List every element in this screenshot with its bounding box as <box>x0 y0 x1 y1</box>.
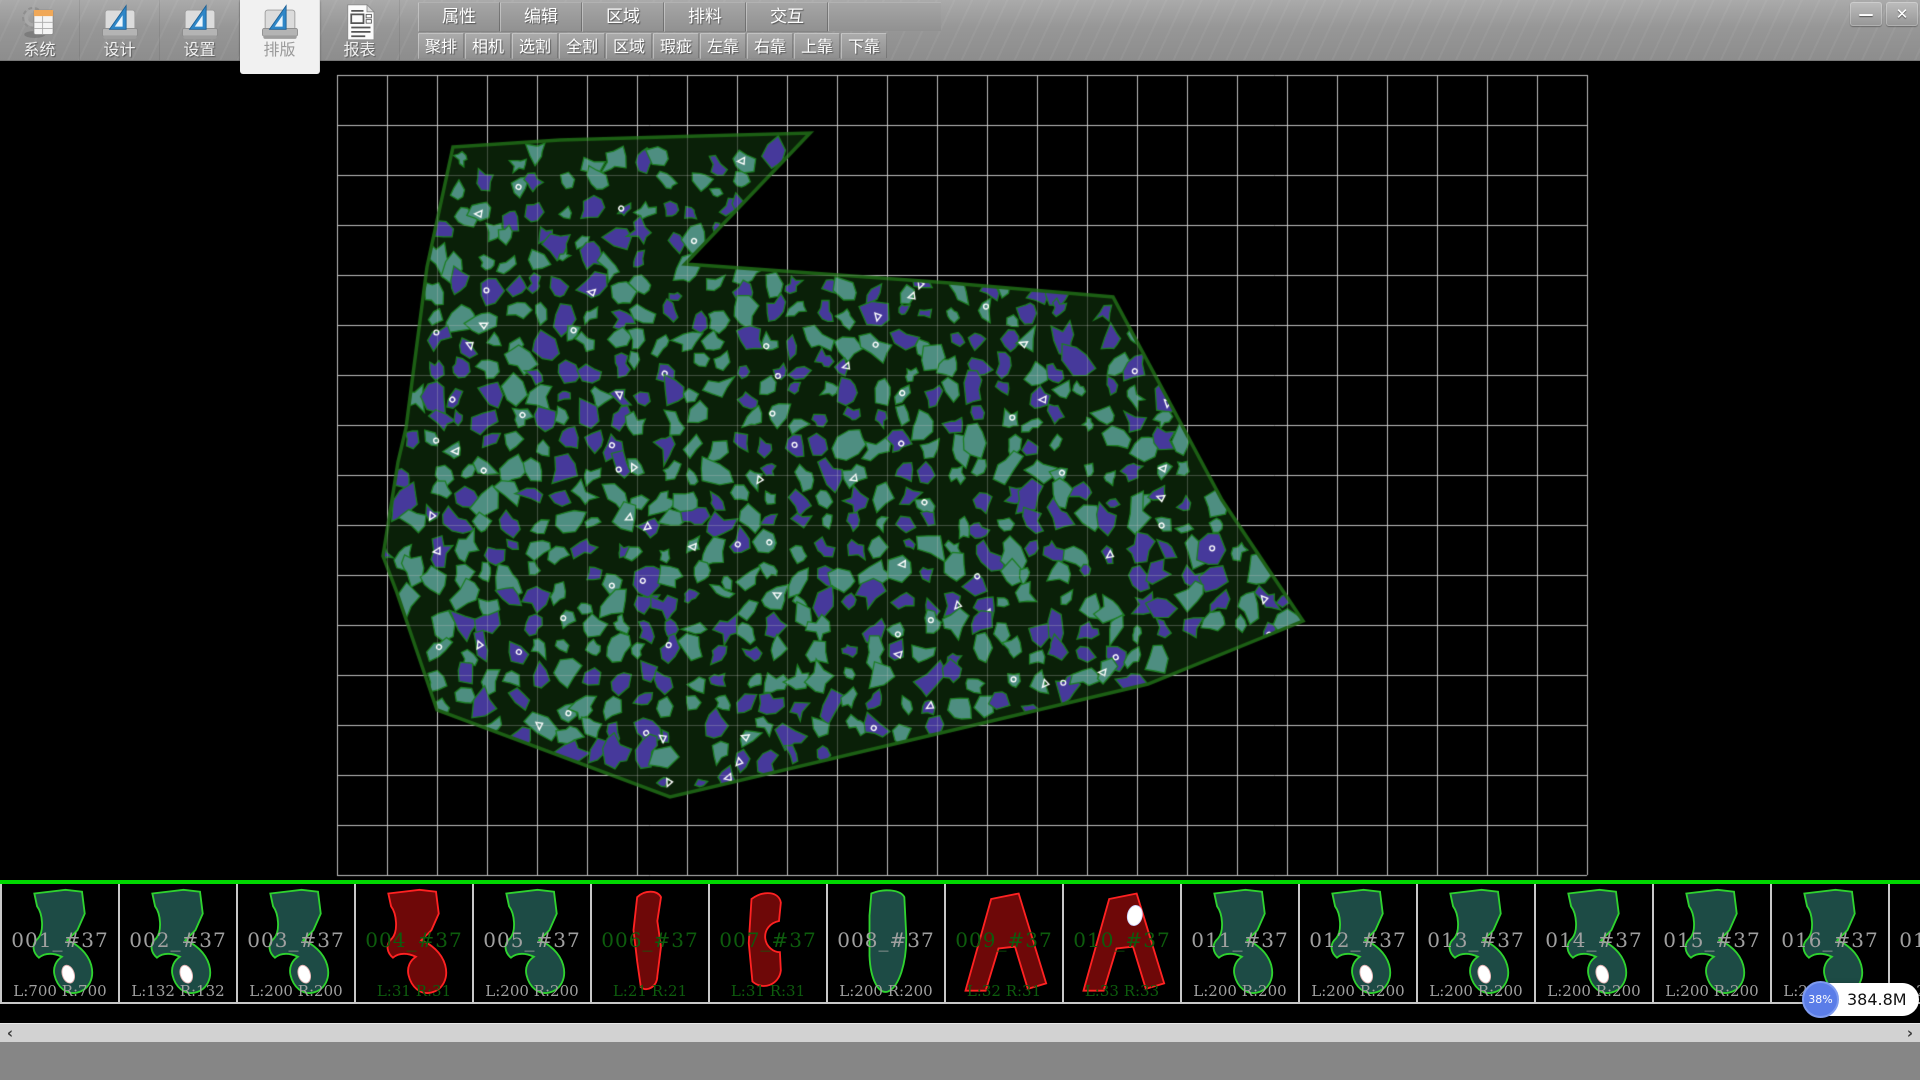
tool-button-4[interactable]: 全割 <box>559 33 605 59</box>
piece-thumbnail-007_#37[interactable]: 007_#37L:31 R:31 <box>710 884 828 1002</box>
piece-shape-preview <box>1784 888 1876 998</box>
piece-shape-preview <box>1076 888 1168 998</box>
piece-thumbnail-015_#37[interactable]: 015_#37L:200 R:200 <box>1654 884 1772 1002</box>
nesting-canvas[interactable] <box>0 60 1920 880</box>
menu-item-4[interactable]: 排料 <box>664 2 746 32</box>
memory-badge: 38% 384.8M <box>1804 983 1919 1016</box>
nav-button-label: 排版 <box>263 41 295 59</box>
tool-button-8[interactable]: 右靠 <box>747 33 793 59</box>
nav-icon-bar: 系统 设计 设置 排版 报表 <box>0 0 400 60</box>
tool-bar: 聚排相机选割全割区域瑕疵左靠右靠上靠下靠 <box>418 33 888 59</box>
ruler-icon <box>179 3 221 41</box>
nav-button-label: 报表 <box>343 41 375 59</box>
piece-shape-preview <box>1902 888 1920 998</box>
ruler-icon <box>99 3 141 41</box>
tool-button-2[interactable]: 相机 <box>465 33 511 59</box>
piece-thumbnail-008_#37[interactable]: 008_#37L:200 R:200 <box>828 884 946 1002</box>
piece-thumbnail-strip: 001_#37L:700 R:700002_#37L:132 R:132003_… <box>0 884 1920 1004</box>
status-bar <box>0 1041 1920 1080</box>
ruler-icon <box>259 3 301 41</box>
piece-shape-preview <box>250 888 342 998</box>
nav-button-1[interactable]: 系统 <box>0 0 80 60</box>
piece-shape-preview <box>132 888 224 998</box>
menu-bar: 属性编辑区域排料交互 <box>418 2 941 30</box>
menu-item-3[interactable]: 区域 <box>582 2 664 32</box>
close-button[interactable]: ✕ <box>1886 2 1918 26</box>
piece-thumbnail-006_#37[interactable]: 006_#37L:21 R:21 <box>592 884 710 1002</box>
tool-button-7[interactable]: 左靠 <box>700 33 746 59</box>
piece-thumbnail-009_#37[interactable]: 009_#37L:32 R:31 <box>946 884 1064 1002</box>
nav-button-2[interactable]: 设计 <box>80 0 160 60</box>
menu-item-2[interactable]: 编辑 <box>500 2 582 32</box>
window-controls: — ✕ <box>1850 2 1918 26</box>
memory-percent-circle: 38% <box>1802 981 1839 1018</box>
piece-thumbnail-014_#37[interactable]: 014_#37L:200 R:200 <box>1536 884 1654 1002</box>
tool-button-6[interactable]: 瑕疵 <box>653 33 699 59</box>
piece-shape-preview <box>14 888 106 998</box>
nav-button-label: 系统 <box>23 41 55 59</box>
scroll-right-arrow-icon[interactable]: › <box>1900 1024 1920 1042</box>
nav-button-4[interactable]: 排版 <box>240 0 320 74</box>
piece-shape-preview <box>958 888 1050 998</box>
tool-button-9[interactable]: 上靠 <box>794 33 840 59</box>
memory-value: 384.8M <box>1839 990 1919 1009</box>
piece-shape-preview <box>368 888 460 998</box>
gear-table-icon <box>19 3 61 41</box>
nav-button-5[interactable]: 报表 <box>320 0 400 60</box>
top-toolbar: 系统 设计 设置 排版 报表 属性编辑区域排料交互 聚排相机选割全割区域瑕疵左靠右靠上靠… <box>0 0 1920 61</box>
piece-shape-preview <box>1430 888 1522 998</box>
piece-shape-preview <box>1548 888 1640 998</box>
piece-shape-preview <box>1194 888 1286 998</box>
tool-button-3[interactable]: 选割 <box>512 33 558 59</box>
piece-shape-preview <box>1666 888 1758 998</box>
piece-thumbnail-013_#37[interactable]: 013_#37L:200 R:200 <box>1418 884 1536 1002</box>
menu-bar-spacer <box>828 2 941 31</box>
menu-item-5[interactable]: 交互 <box>746 2 828 32</box>
piece-thumbnail-005_#37[interactable]: 005_#37L:200 R:200 <box>474 884 592 1002</box>
piece-shape-preview <box>1312 888 1404 998</box>
piece-shape-preview <box>486 888 578 998</box>
tool-button-1[interactable]: 聚排 <box>418 33 464 59</box>
scroll-left-arrow-icon[interactable]: ‹ <box>0 1024 20 1042</box>
bottom-gap <box>0 1004 1920 1023</box>
nav-button-label: 设计 <box>103 41 135 59</box>
piece-thumbnail-003_#37[interactable]: 003_#37L:200 R:200 <box>238 884 356 1002</box>
piece-thumbnail-004_#37[interactable]: 004_#37L:31 R:31 <box>356 884 474 1002</box>
piece-shape-preview <box>840 888 932 998</box>
report-doc-icon <box>339 3 381 41</box>
minimize-button[interactable]: — <box>1850 2 1882 26</box>
piece-shape-preview <box>722 888 814 998</box>
piece-thumbnail-011_#37[interactable]: 011_#37L:200 R:200 <box>1182 884 1300 1002</box>
piece-shape-preview <box>604 888 696 998</box>
nav-button-label: 设置 <box>183 41 215 59</box>
piece-thumbnail-002_#37[interactable]: 002_#37L:132 R:132 <box>120 884 238 1002</box>
horizontal-scrollbar[interactable]: ‹ › <box>0 1023 1920 1042</box>
piece-thumbnail-001_#37[interactable]: 001_#37L:700 R:700 <box>2 884 120 1002</box>
nesting-app-window: 系统 设计 设置 排版 报表 属性编辑区域排料交互 聚排相机选割全割区域瑕疵左靠右靠上靠… <box>0 0 1920 1080</box>
tool-button-5[interactable]: 区域 <box>606 33 652 59</box>
piece-thumbnail-012_#37[interactable]: 012_#37L:200 R:200 <box>1300 884 1418 1002</box>
tool-button-10[interactable]: 下靠 <box>841 33 887 59</box>
menu-item-1[interactable]: 属性 <box>418 2 500 32</box>
nav-button-3[interactable]: 设置 <box>160 0 240 60</box>
piece-thumbnail-010_#37[interactable]: 010_#37L:33 R:33 <box>1064 884 1182 1002</box>
